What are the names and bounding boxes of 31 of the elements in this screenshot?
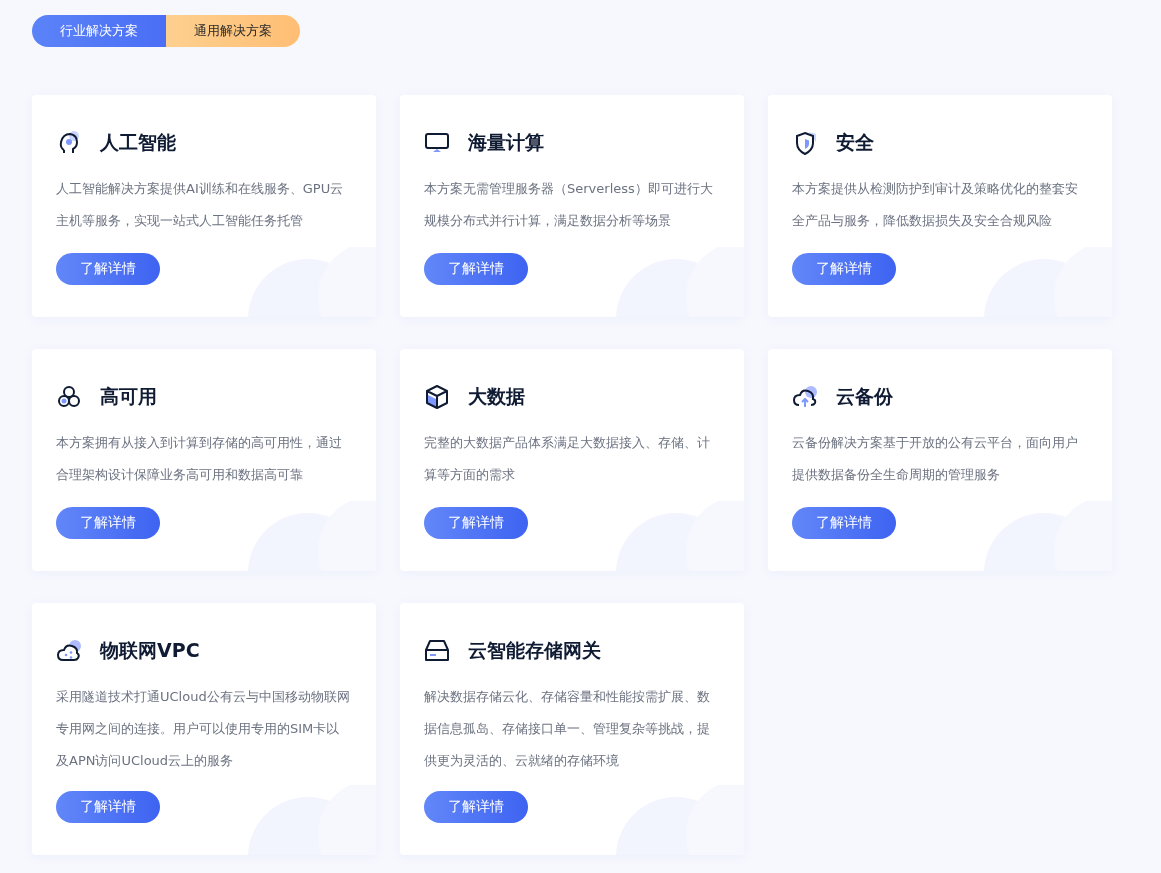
details-button[interactable]: 了解详情 bbox=[424, 253, 528, 285]
card-title: 大数据 bbox=[468, 384, 525, 409]
card-description: 人工智能解决方案提供AI训练和在线服务、GPU云主机等服务，实现一站式人工智能任务托管 bbox=[56, 180, 345, 230]
solution-tab[interactable]: 行业解决方案 bbox=[32, 15, 166, 47]
cube-icon bbox=[424, 384, 450, 410]
card-title: 安全 bbox=[836, 130, 874, 155]
card-description: 解决数据存储云化、存储容量和性能按需扩展、数据信息孤岛、存储接口单一、管理复杂等挑战，提供更为灵活的、云就绪的存储环境 bbox=[424, 688, 711, 770]
card-title: 高可用 bbox=[100, 384, 157, 409]
card-title: 物联网VPC bbox=[100, 638, 200, 663]
details-button[interactable]: 了解详情 bbox=[792, 253, 896, 285]
card-title: 人工智能 bbox=[100, 130, 176, 155]
card-description: 本方案提供从检测防护到审计及策略优化的整套安全产品与服务，降低数据损失及安全合规风险 bbox=[792, 180, 1079, 230]
card-description: 本方案拥有从接入到计算到存储的高可用性，通过合理架构设计保障业务高可用和数据高可靠 bbox=[56, 434, 343, 484]
cloud-upload-icon bbox=[792, 384, 818, 410]
card-title: 云智能存储网关 bbox=[468, 638, 601, 663]
details-button[interactable]: 了解详情 bbox=[56, 507, 160, 539]
details-button[interactable]: 了解详情 bbox=[424, 791, 528, 823]
card-description: 采用隧道技术打通UCloud公有云与中国移动物联网专用网之间的连接。用户可以使用专用的SIM卡以及APN访问UCloud云上的服务 bbox=[56, 688, 351, 770]
cloud-share-icon bbox=[56, 638, 82, 664]
details-button[interactable]: 了解详情 bbox=[56, 791, 160, 823]
card-title: 海量计算 bbox=[468, 130, 544, 155]
details-button[interactable]: 了解详情 bbox=[56, 253, 160, 285]
card-description: 云备份解决方案基于开放的公有云平台，面向用户提供数据备份全生命周期的管理服务 bbox=[792, 434, 1079, 484]
details-button[interactable]: 了解详情 bbox=[792, 507, 896, 539]
card-description: 本方案无需管理服务器（Serverless）即可进行大规模分布式并行计算，满足数据分析等场景 bbox=[424, 180, 714, 230]
card-title: 云备份 bbox=[836, 384, 893, 409]
hexagons-icon bbox=[56, 384, 82, 410]
solution-tab[interactable]: 通用解决方案 bbox=[166, 15, 300, 47]
details-button[interactable]: 了解详情 bbox=[424, 507, 528, 539]
card-description: 完整的大数据产品体系满足大数据接入、存储、计算等方面的需求 bbox=[424, 434, 711, 484]
drive-icon bbox=[424, 638, 450, 664]
